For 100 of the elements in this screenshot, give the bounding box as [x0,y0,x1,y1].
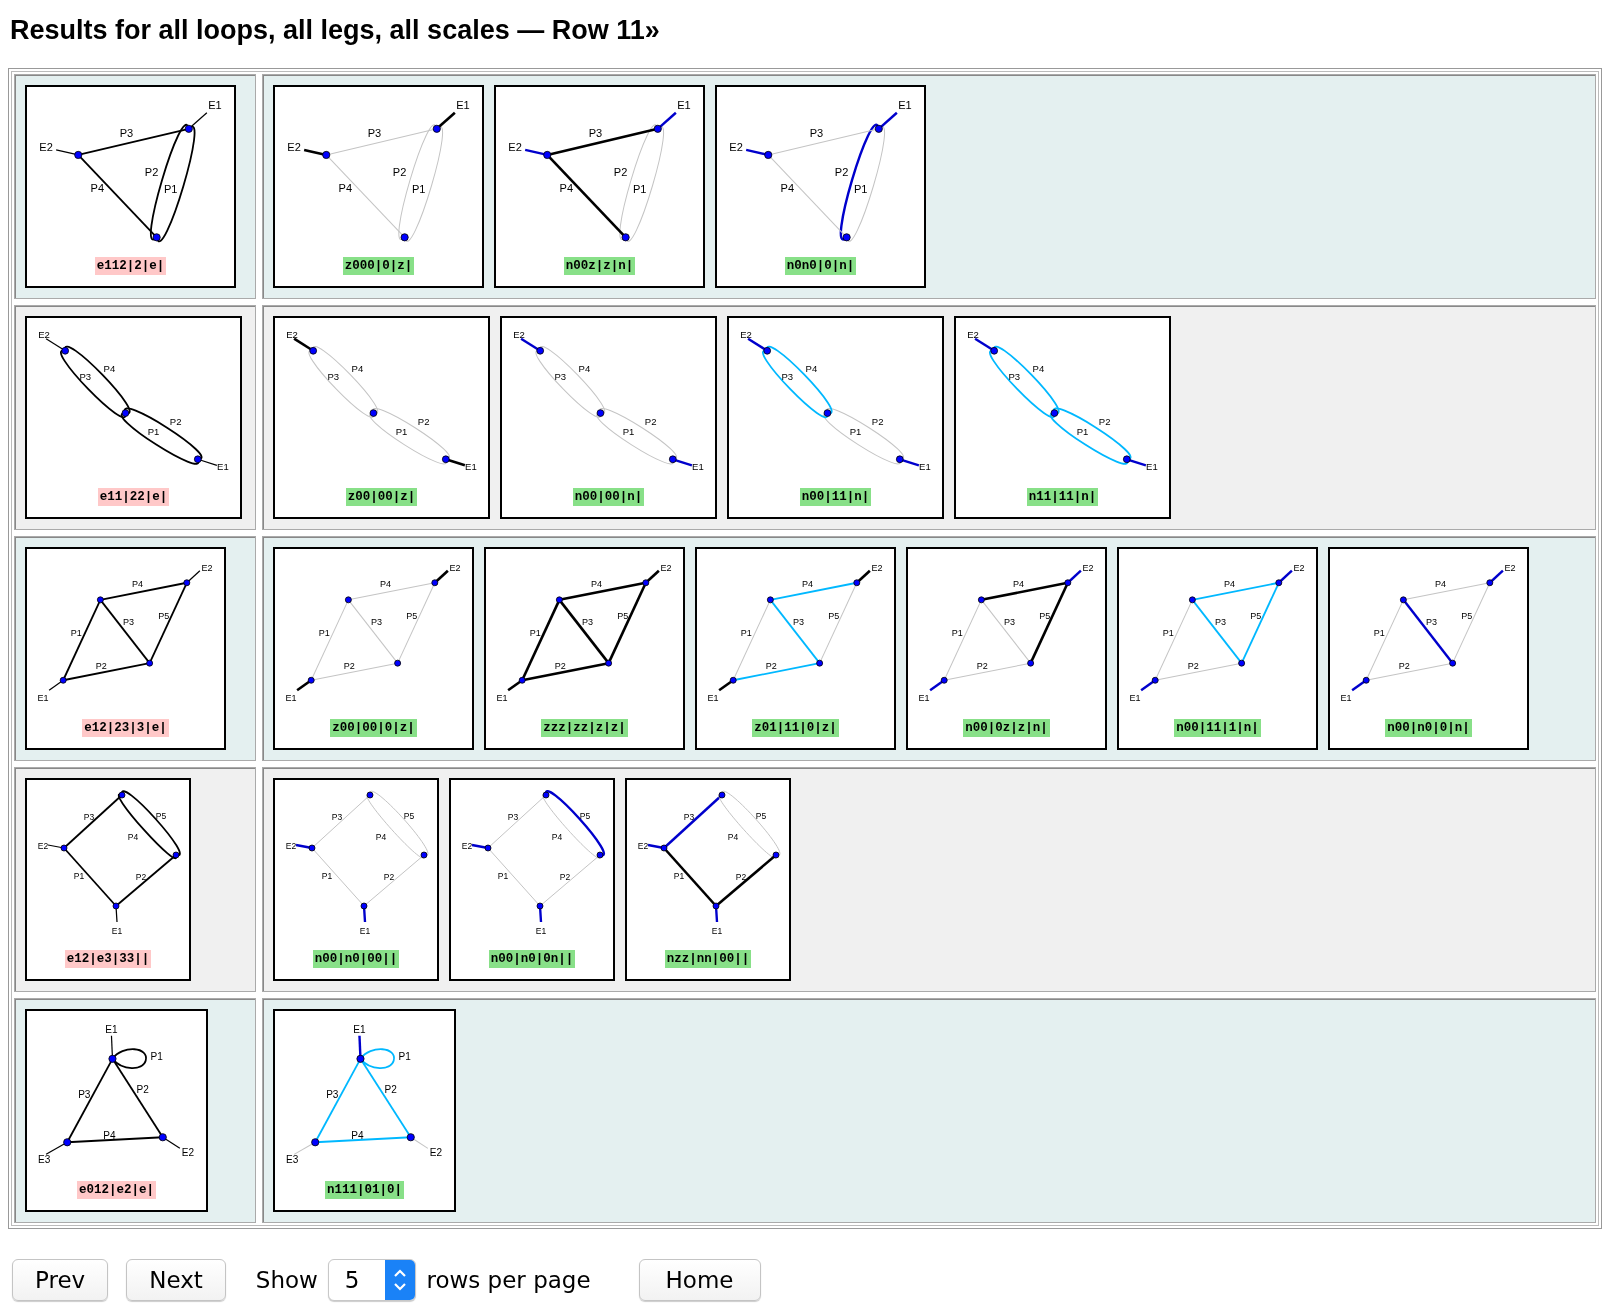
vertex-dot [1238,659,1246,667]
vertex-dot [1050,409,1059,417]
vertex-dot [112,902,120,910]
leg-label: E2 [660,563,672,574]
vertex-dot [1151,676,1159,684]
rows-per-page-stepper[interactable]: 5 [327,1259,417,1301]
vertex-dot [61,346,69,355]
vertex-dot [308,844,316,852]
diagram-label: z00|00|0|z| [330,719,417,737]
vertex-dot [60,844,68,852]
edge-label: P1 [318,628,330,639]
vertex-dot [718,791,726,799]
vertex-dot [536,902,544,910]
edge-label: P2 [834,165,849,178]
edge-label: P5 [828,611,840,622]
edge-label: P1 [163,183,178,195]
edge-label: P4 [127,832,139,843]
vertex-dot [184,124,193,133]
edge-label: P3 [683,812,695,823]
prev-button[interactable]: Prev [12,1259,109,1301]
edge-label: P4 [727,832,739,843]
edge-label: P3 [326,1088,339,1100]
edge-label: P2 [135,872,147,883]
leg-label: E2 [429,1147,443,1158]
diagram-label: nzz|nn|00|| [664,950,752,968]
diagram-label: e11|22|e| [97,488,170,506]
vertex-dot [307,676,315,684]
leg-label: E1 [1129,692,1141,703]
edge-label: P1 [853,183,868,195]
edge-label: P3 [83,812,95,823]
edge-label: P4 [591,579,603,590]
edge-label: P2 [644,415,657,427]
leg-label: E2 [1082,563,1094,574]
vertex-dot [536,346,544,355]
diagram-label: n00|11|n| [799,488,872,506]
leg-label: E1 [1340,692,1352,703]
vertex-dot [823,409,832,417]
vertex-dot [669,455,677,464]
vertex-dot [172,851,180,859]
edge-label: P4 [578,363,591,375]
edge-label: P5 [403,811,415,822]
edge-label: P2 [1398,660,1410,671]
vertex-dot [344,596,352,604]
edge-label: P3 [327,371,340,383]
leg-label: E2 [38,329,50,341]
vertex-dot [152,233,161,242]
vertex-dot [74,150,83,159]
edge-label: P4 [375,832,387,843]
vertex-dot [431,579,439,587]
vertex-dot [990,346,998,355]
leg-label: E2 [729,140,743,153]
page-title: Results for all loops, all legs, all scales — Row 11» [10,14,660,47]
vertex-dot [772,851,780,859]
diagram-label: zzz|zz|z|z| [541,719,628,737]
vertex-dot [1064,579,1072,587]
vertex-dot [1486,579,1494,587]
leg-label: E1 [535,926,547,937]
edge-label: P2 [765,660,777,671]
rows-per-page-text: rows per page [426,1267,591,1293]
edge-label: P3 [367,126,382,139]
vertex-dot [442,455,450,464]
vertex-dot [420,851,428,859]
leg-label: E1 [707,692,719,703]
edge-label: P4 [90,182,105,194]
leg-label: E2 [1504,563,1516,574]
next-button[interactable]: Next [126,1259,226,1301]
leg-label: E1 [208,98,222,111]
leg-label: E1 [1146,460,1158,472]
vertex-dot [763,346,771,355]
leg-label: E2 [508,140,522,153]
diagram-label: n00|00|n| [572,488,645,506]
vertex-dot [1449,659,1457,667]
edge-label: P5 [755,811,767,822]
edge-label: P3 [1008,371,1021,383]
edge-label: P4 [103,363,116,375]
edge-label: P3 [507,812,519,823]
edge-label: P4 [551,832,563,843]
edge-label: P4 [802,579,814,590]
vertex-dot [394,659,402,667]
leg-label: E1 [359,926,371,937]
leg-label: E1 [111,926,123,937]
vertex-dot [642,579,650,587]
vertex-dot [369,409,378,417]
edge-label: P2 [735,872,747,883]
vertex-dot [183,579,191,587]
vertex-dot [1123,455,1131,464]
diagram-label: n00z|z|n| [563,257,636,275]
leg-label: E2 [740,329,752,341]
vertex-dot [96,596,104,604]
leg-label: E1 [37,692,49,703]
vertex-dot [484,844,492,852]
edge-label: P5 [579,811,591,822]
edge-label: P1 [849,425,862,437]
home-button[interactable]: Home [638,1259,761,1301]
diagram-label: z000|0|z| [342,257,415,275]
diagram-label: n11|11|n| [1026,488,1099,506]
leg-label: E2 [1293,563,1305,574]
edge-label: P1 [73,871,85,882]
vertex-dot [146,659,154,667]
vertex-dot [940,676,948,684]
